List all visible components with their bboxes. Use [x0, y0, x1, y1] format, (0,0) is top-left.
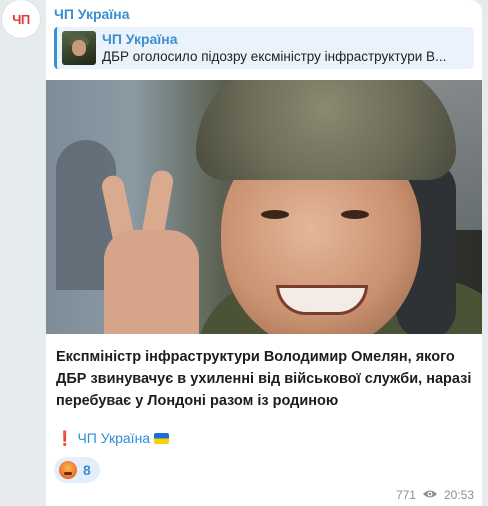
ukraine-flag-icon — [154, 433, 170, 444]
message-meta: 771 20:53 — [396, 488, 474, 502]
reaction-count: 8 — [83, 462, 91, 478]
exclamation-icon: ❗ — [56, 430, 74, 446]
view-count: 771 — [395, 488, 416, 502]
reaction-chip[interactable]: 8 — [54, 457, 100, 483]
channel-logo: ЧП — [12, 11, 30, 27]
channel-avatar[interactable]: ЧП — [2, 0, 40, 38]
reply-thumbnail — [62, 31, 96, 65]
reply-preview[interactable]: ЧП Україна ДБР оголосило підозру ексміні… — [54, 27, 474, 69]
signature-link[interactable]: ЧП Україна — [77, 430, 150, 446]
channel-name[interactable]: ЧП Україна — [54, 6, 130, 22]
post-signature[interactable]: ❗ ЧП Україна — [56, 430, 170, 447]
angry-face-icon — [59, 461, 77, 479]
reply-title: ЧП Україна — [102, 31, 178, 47]
reply-text: ДБР оголосило підозру ексміністру інфрас… — [102, 49, 447, 64]
post-photo[interactable] — [46, 80, 482, 334]
message-bubble: ЧП Україна ЧП Україна ДБР оголосило підо… — [46, 0, 482, 506]
post-caption: Експміністр інфраструктури Володимир Оме… — [56, 349, 472, 409]
eye-icon — [422, 488, 438, 502]
message-time: 20:53 — [443, 488, 474, 502]
